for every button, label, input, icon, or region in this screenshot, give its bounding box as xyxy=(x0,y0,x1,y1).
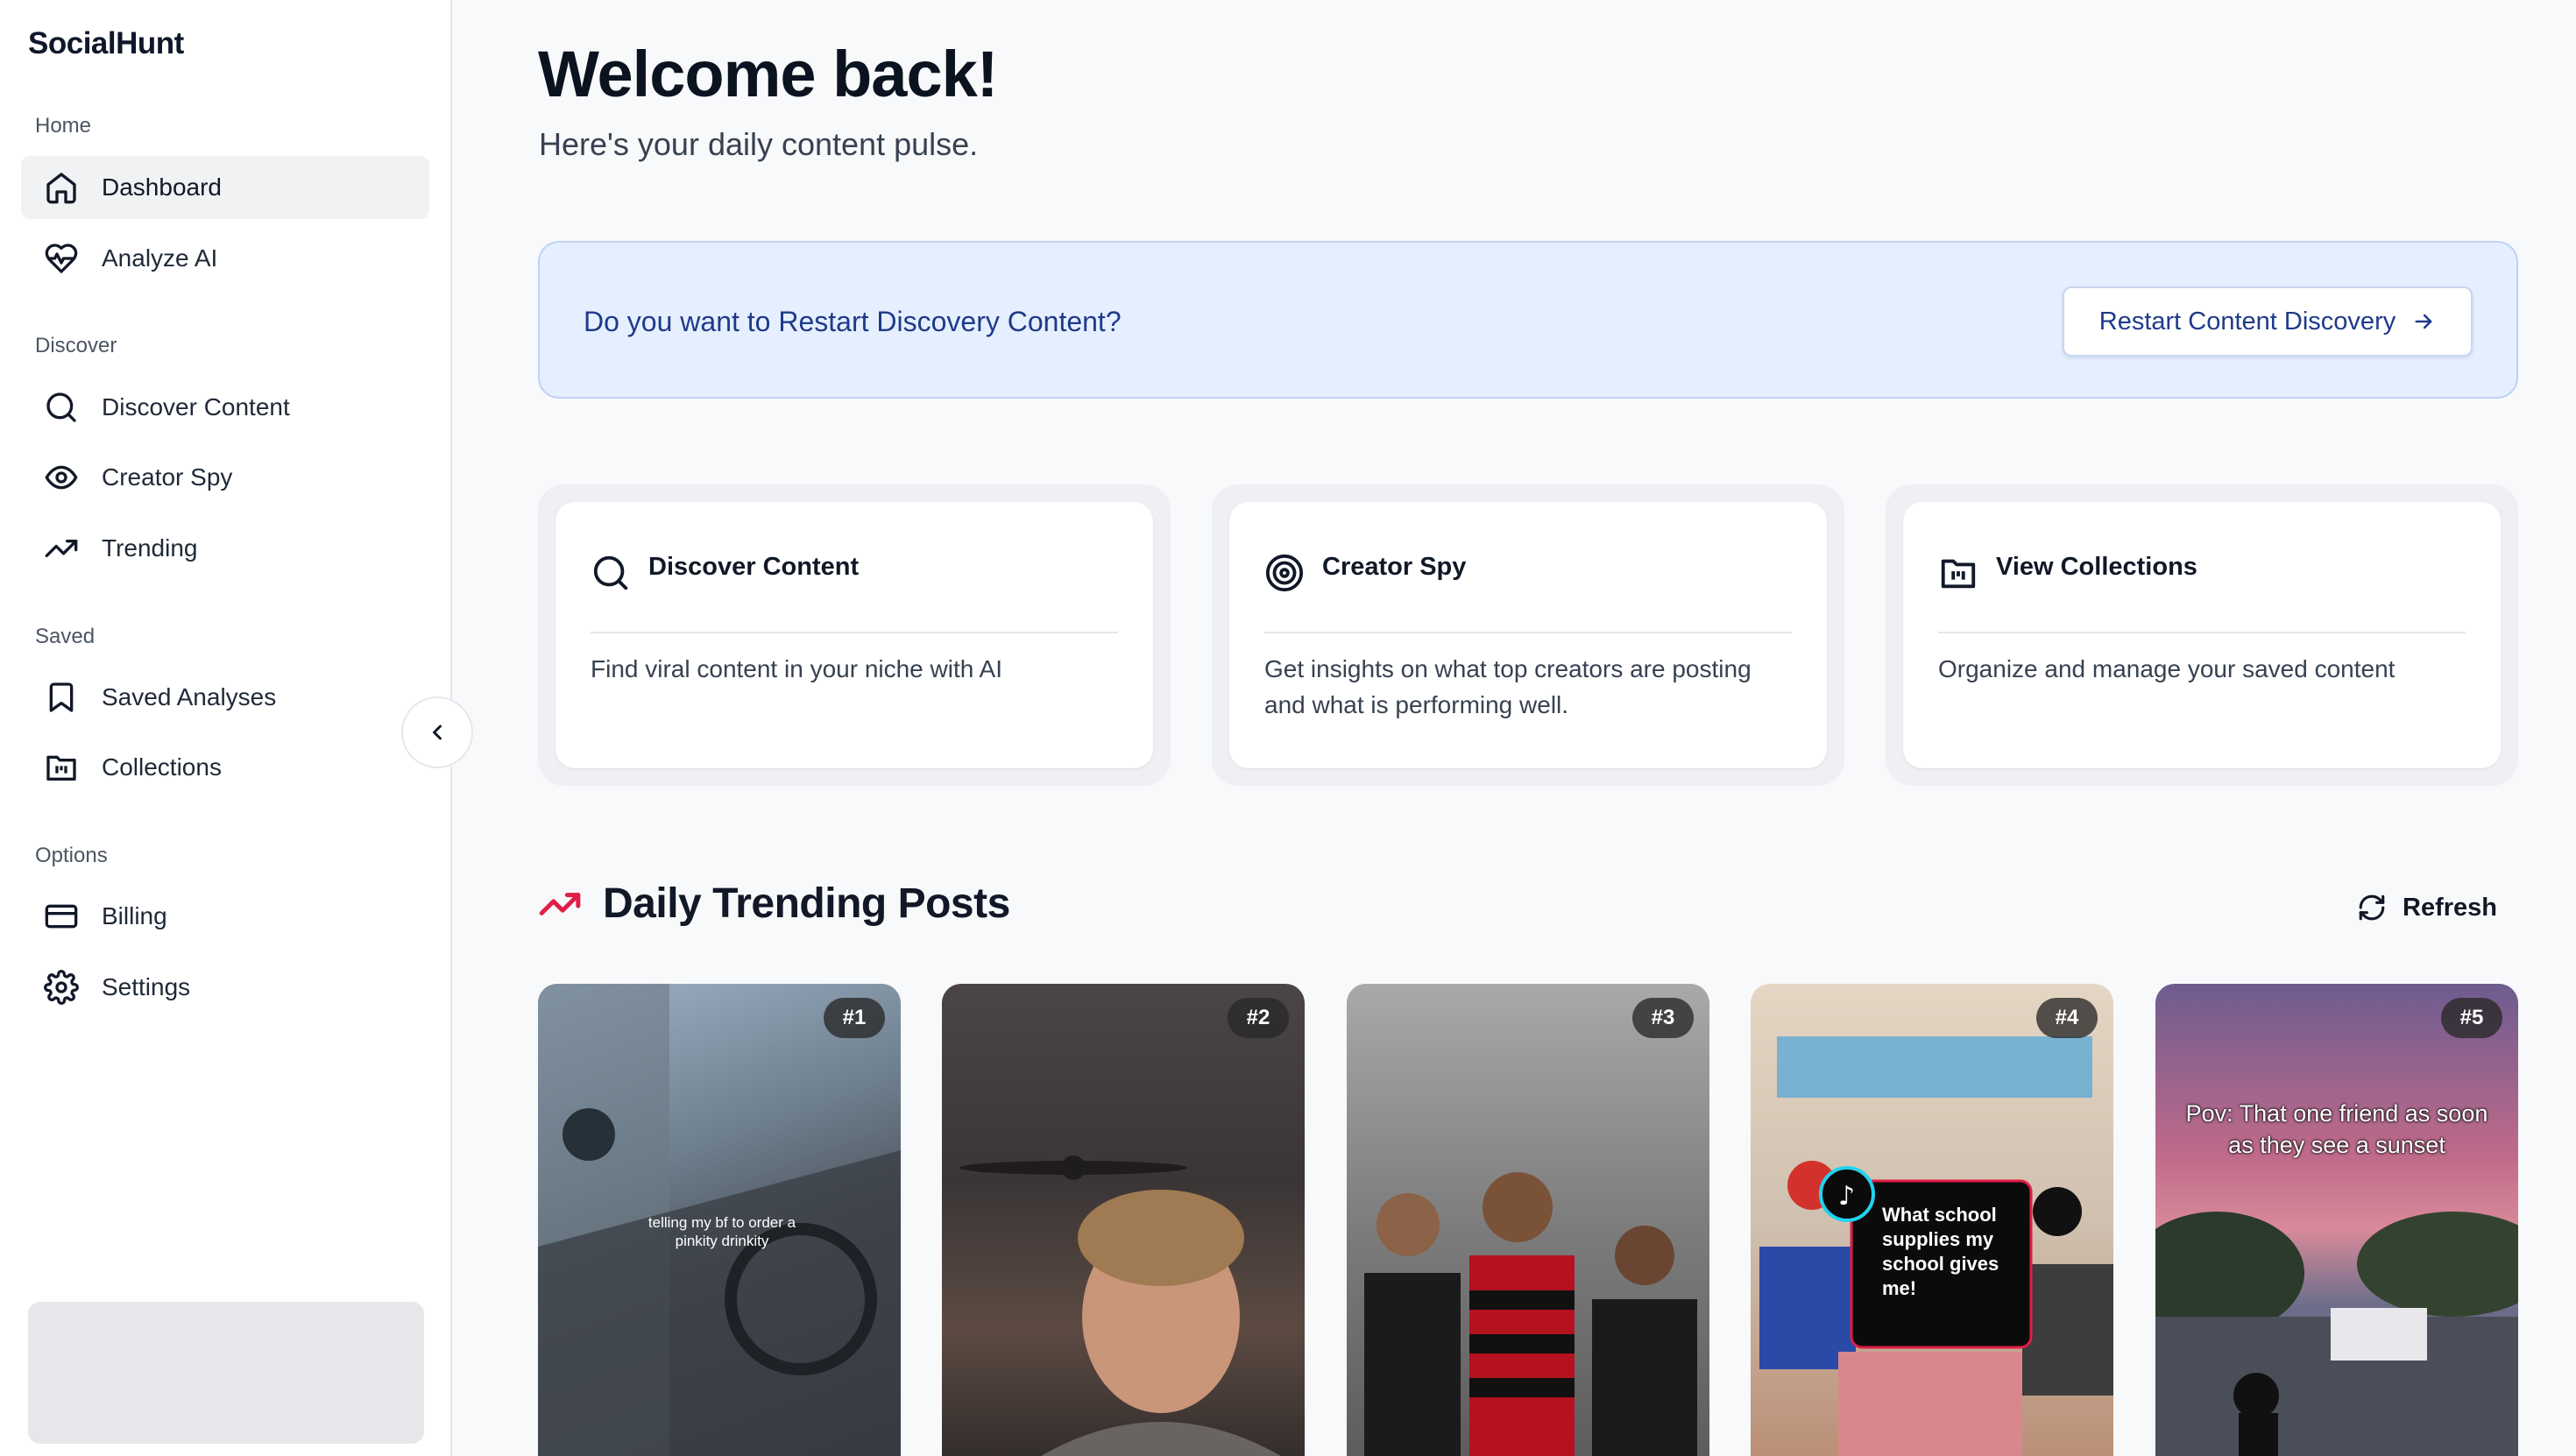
trending-up-icon xyxy=(44,531,79,566)
sidebar-item-label: Creator Spy xyxy=(102,463,233,491)
post-thumbnail xyxy=(1364,1172,1697,1456)
sidebar-item-dashboard[interactable]: Dashboard xyxy=(21,156,429,219)
refresh-label: Refresh xyxy=(2403,893,2497,922)
card-description: Get insights on what top creators are po… xyxy=(1264,655,1752,718)
collapse-sidebar-button[interactable] xyxy=(401,696,473,768)
sidebar-item-billing[interactable]: Billing xyxy=(21,885,429,948)
daily-trending-header: Daily Trending Posts xyxy=(538,880,1010,928)
sidebar: SocialHunt Home Dashboard Analyze AI Dis… xyxy=(0,0,452,1456)
sidebar-item-label: Collections xyxy=(102,753,222,781)
card-view-collections[interactable]: View Collections Organize and manage you… xyxy=(1886,484,2518,786)
sidebar-item-saved-analyses[interactable]: Saved Analyses xyxy=(21,666,429,729)
sidebar-item-label: Analyze AI xyxy=(102,244,218,272)
heart-pulse-icon xyxy=(44,241,79,276)
card-inner: View Collections Organize and manage you… xyxy=(1903,502,2501,768)
section-label-saved: Saved xyxy=(35,625,96,648)
post-caption: telling my bf to order a pinkity drinkit… xyxy=(648,1214,796,1249)
search-icon xyxy=(44,390,79,425)
rank-badge: #4 xyxy=(2036,998,2098,1038)
trending-post-2[interactable]: #2 xyxy=(942,984,1305,1456)
arrow-right-icon xyxy=(2415,314,2432,329)
rank-badge: #1 xyxy=(824,998,885,1038)
section-label-options: Options xyxy=(35,844,108,867)
card-description: Organize and manage your saved content xyxy=(1938,655,2396,682)
card-title: View Collections xyxy=(1996,553,2197,581)
restart-content-discovery-button[interactable]: Restart Content Discovery xyxy=(2063,286,2473,357)
brand-logo[interactable]: SocialHunt xyxy=(28,26,184,61)
card-header: Creator Spy xyxy=(1264,537,1792,633)
card-inner: Creator Spy Get insights on what top cre… xyxy=(1229,502,1827,768)
page-title: Welcome back! xyxy=(538,38,998,110)
post-caption: What school supplies my school gives me! xyxy=(1882,1204,1999,1299)
card-header: Discover Content xyxy=(591,537,1118,633)
gear-icon xyxy=(44,970,79,1005)
sidebar-item-label: Saved Analyses xyxy=(102,683,277,710)
sidebar-item-label: Dashboard xyxy=(102,173,222,201)
bookmark-icon xyxy=(44,680,79,715)
sidebar-item-creator-spy[interactable]: Creator Spy xyxy=(21,446,429,509)
folder-icon xyxy=(1941,559,1976,589)
sidebar-item-discover-content[interactable]: Discover Content xyxy=(21,376,429,439)
home-icon xyxy=(44,170,79,205)
user-profile-placeholder xyxy=(28,1302,424,1444)
section-label-discover: Discover xyxy=(35,334,117,357)
refresh-button[interactable]: Refresh xyxy=(2357,887,2532,929)
rank-badge: #5 xyxy=(2441,998,2502,1038)
trending-up-icon xyxy=(539,892,581,915)
target-icon xyxy=(1265,554,1304,592)
refresh-icon xyxy=(2359,894,2385,921)
sidebar-item-label: Discover Content xyxy=(102,393,290,421)
section-label-home: Home xyxy=(35,114,92,138)
rank-badge: #2 xyxy=(1228,998,1289,1038)
page-subtitle: Here's your daily content pulse. xyxy=(539,126,979,162)
card-inner: Discover Content Find viral content in y… xyxy=(556,502,1153,768)
trending-post-3[interactable]: #3 xyxy=(1347,984,1709,1456)
rank-badge: #3 xyxy=(1632,998,1694,1038)
sidebar-item-trending[interactable]: Trending xyxy=(21,517,429,580)
sidebar-item-label: Trending xyxy=(102,534,198,562)
main-content: Welcome back! Here's your daily content … xyxy=(482,0,2576,1456)
post-thumbnail xyxy=(2155,1212,2518,1456)
sidebar-item-label: Billing xyxy=(102,902,167,929)
eye-icon xyxy=(44,460,79,495)
trending-post-4[interactable]: ♪ #4 What school supplies my school give… xyxy=(1751,984,2113,1456)
card-title: Discover Content xyxy=(648,553,860,581)
sidebar-item-collections[interactable]: Collections xyxy=(21,736,429,799)
sidebar-item-label: Settings xyxy=(102,973,191,1000)
card-creator-spy[interactable]: Creator Spy Get insights on what top cre… xyxy=(1212,484,1844,786)
svg-text:♪: ♪ xyxy=(1838,1181,1855,1212)
section-title: Daily Trending Posts xyxy=(603,880,1010,927)
sidebar-item-settings[interactable]: Settings xyxy=(21,956,429,1019)
card-title: Creator Spy xyxy=(1322,553,1467,581)
chevron-left-icon xyxy=(433,724,442,740)
button-label: Restart Content Discovery xyxy=(2098,307,2396,336)
banner-question: Do you want to Restart Discovery Content… xyxy=(584,306,1122,337)
search-icon xyxy=(593,555,628,590)
trending-post-1[interactable]: #1 telling my bf to order a pinkity drin… xyxy=(538,984,901,1456)
credit-card-icon xyxy=(44,899,79,934)
trending-post-5[interactable]: #5 Pov: That one friend as soon as they … xyxy=(2155,984,2518,1456)
card-discover-content[interactable]: Discover Content Find viral content in y… xyxy=(538,484,1171,786)
post-thumbnail xyxy=(959,1156,1281,1456)
card-description: Find viral content in your niche with AI xyxy=(591,655,1003,682)
restart-discovery-banner: Do you want to Restart Discovery Content… xyxy=(538,241,2518,399)
folder-icon xyxy=(44,750,79,785)
card-header: View Collections xyxy=(1938,537,2466,633)
sidebar-item-analyze-ai[interactable]: Analyze AI xyxy=(21,227,429,290)
post-caption: Pov: That one friend as soon as they see… xyxy=(2185,1100,2488,1158)
